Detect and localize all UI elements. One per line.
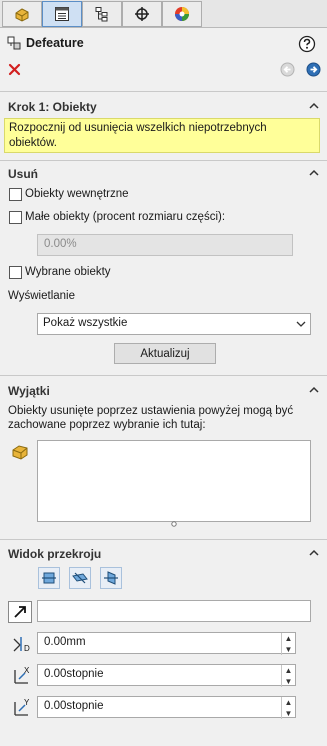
- tab-propertymanager[interactable]: [42, 1, 82, 27]
- page-title: Defeature: [26, 36, 84, 50]
- internal-features-checkbox[interactable]: [9, 188, 22, 201]
- collapse-chevron-icon[interactable]: [308, 547, 320, 559]
- top-plane-button[interactable]: [69, 567, 91, 589]
- close-icon[interactable]: [8, 63, 21, 76]
- section-view-title: Widok przekroju: [8, 547, 102, 561]
- exceptions-description: Obiekty usunięte poprzez ustawienia powy…: [8, 405, 294, 431]
- appearance-icon: [175, 7, 189, 21]
- offset-distance-input[interactable]: 0.00mm ▲ ▼: [37, 632, 296, 655]
- configuration-icon: [95, 7, 108, 22]
- resize-handle-icon[interactable]: [171, 521, 177, 527]
- display-label: Wyświetlanie: [8, 290, 76, 302]
- offset-distance-value: 0.00mm: [44, 636, 86, 648]
- features-selection-icon: [12, 445, 28, 460]
- rotate-y-icon: Y: [14, 698, 30, 716]
- step-message: Rozpocznij od usunięcia wszelkich niepot…: [4, 118, 320, 153]
- svg-text:Y: Y: [24, 698, 30, 707]
- small-features-label: Małe obiekty (procent rozmiaru części):: [25, 211, 226, 223]
- rotate-x-input[interactable]: 0.00stopnie ▲ ▼: [37, 664, 296, 687]
- crosshair-icon: [135, 7, 149, 21]
- exceptions-section-title: Wyjątki: [8, 384, 50, 398]
- internal-features-label: Obiekty wewnętrzne: [25, 188, 129, 200]
- rotate-x-spinner[interactable]: ▲ ▼: [281, 665, 295, 687]
- divider: [0, 375, 327, 376]
- back-arrow-icon[interactable]: [280, 62, 295, 77]
- collapse-chevron-icon[interactable]: [308, 384, 320, 396]
- rotate-x-icon: X: [14, 666, 30, 684]
- rotate-y-value: 0.00stopnie: [44, 700, 104, 712]
- display-select[interactable]: Pokaż wszystkie: [37, 313, 311, 335]
- right-plane-icon: [104, 571, 118, 585]
- tab-configurationmanager[interactable]: [82, 1, 122, 27]
- rotate-y-spinner[interactable]: ▲ ▼: [281, 697, 295, 719]
- svg-text:X: X: [24, 666, 30, 675]
- display-select-value: Pokaż wszystkie: [43, 317, 128, 329]
- front-plane-icon: [42, 572, 56, 584]
- selected-features-label: Wybrane obiekty: [25, 266, 111, 278]
- divider: [0, 539, 327, 540]
- step-section-title: Krok 1: Obiekty: [8, 100, 97, 114]
- tab-display[interactable]: [162, 1, 202, 27]
- collapse-chevron-icon[interactable]: [308, 167, 320, 179]
- exceptions-selection-box[interactable]: [37, 440, 311, 522]
- offset-distance-icon: D: [13, 637, 30, 653]
- next-arrow-icon[interactable]: [306, 62, 321, 77]
- selected-features-checkbox[interactable]: [9, 266, 22, 279]
- divider: [0, 160, 327, 161]
- tab-dimxpert[interactable]: [122, 1, 162, 27]
- part-icon: [15, 8, 29, 22]
- right-plane-button[interactable]: [100, 567, 122, 589]
- section-plane-input[interactable]: [37, 600, 311, 622]
- tab-bar: [0, 0, 327, 28]
- svg-text:D: D: [24, 644, 30, 653]
- update-button[interactable]: Aktualizuj: [114, 343, 216, 364]
- small-features-checkbox[interactable]: [9, 211, 22, 224]
- front-plane-button[interactable]: [38, 567, 60, 589]
- top-plane-icon: [72, 572, 88, 584]
- divider: [0, 91, 327, 92]
- small-features-percent-input[interactable]: 0.00%: [37, 234, 293, 256]
- rotate-y-input[interactable]: 0.00stopnie ▲ ▼: [37, 696, 296, 719]
- reference-plane-button[interactable]: [8, 601, 32, 623]
- collapse-chevron-icon[interactable]: [308, 100, 320, 112]
- arrow-direction-icon: [14, 606, 26, 618]
- chevron-down-icon: [296, 321, 306, 327]
- help-icon[interactable]: [298, 35, 316, 53]
- defeature-icon: [7, 36, 21, 50]
- offset-spinner[interactable]: ▲ ▼: [281, 633, 295, 655]
- tab-featuremanager[interactable]: [2, 1, 42, 27]
- remove-section-title: Usuń: [8, 167, 38, 181]
- rotate-x-value: 0.00stopnie: [44, 668, 104, 680]
- property-list-icon: [55, 7, 69, 21]
